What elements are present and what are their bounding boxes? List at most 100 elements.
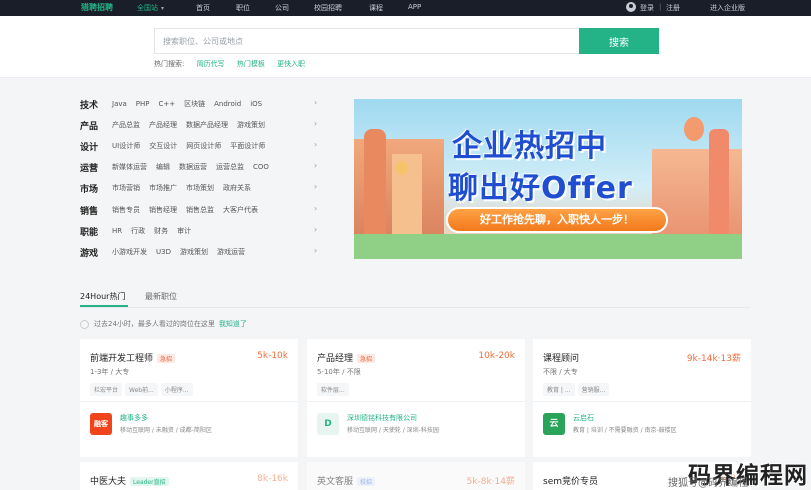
company-name[interactable]: 云启石 [573, 413, 594, 423]
category-title: 游戏 [80, 249, 99, 259]
category-link[interactable]: 小游戏开发 [112, 248, 147, 256]
category-link[interactable]: 产品总监 [112, 121, 140, 129]
category-link[interactable]: 市场推广 [149, 184, 177, 192]
hot-search-link[interactable]: 热门模板 [237, 60, 265, 68]
banner-headline: 企业热招中 [452, 129, 607, 164]
hot-search: 热门搜索: 简历代写 热门模板 更快入职 [154, 59, 305, 69]
category-link[interactable]: COO [253, 163, 269, 171]
category-link[interactable]: 游戏策划 [180, 248, 208, 256]
category-link[interactable]: 编辑 [156, 163, 170, 171]
job-card[interactable]: 英文客服 校招 5k-8k·14薪 [307, 462, 525, 490]
chevron-right-icon[interactable]: › [314, 161, 317, 170]
nav-item-app[interactable]: APP [408, 3, 421, 11]
tab-24hour-hot[interactable]: 24Hour热门 [80, 291, 125, 302]
category-link[interactable]: 销售专员 [112, 206, 140, 214]
category-link[interactable]: 行政 [131, 227, 145, 235]
city-selector[interactable]: 全国站 ▾ [137, 3, 164, 13]
category-link[interactable]: 销售总监 [186, 206, 214, 214]
nav-item-campus[interactable]: 校园招聘 [314, 3, 342, 13]
category-link[interactable]: 区块链 [184, 100, 205, 108]
category-link[interactable]: 政府关系 [223, 184, 251, 192]
category-link[interactable]: 市场策划 [186, 184, 214, 192]
nav-item-companies[interactable]: 公司 [275, 3, 289, 13]
category-link[interactable]: 数据产品经理 [186, 121, 228, 129]
job-card[interactable]: 前端开发工程师 急招 5k-10k 1-3年 / 大专 栏宏平台 Web前... 小程… [80, 339, 298, 457]
category-link[interactable]: 大客户代表 [223, 206, 258, 214]
chevron-right-icon[interactable]: › [314, 204, 317, 213]
user-icon[interactable] [626, 2, 636, 12]
category-row-product[interactable]: 产品 产品总监 产品经理 数据产品经理 游戏策划 › [80, 119, 325, 133]
hot-search-link[interactable]: 简历代写 [197, 60, 225, 68]
category-link[interactable]: 运营总监 [216, 163, 244, 171]
category-link[interactable]: 游戏运营 [217, 248, 245, 256]
category-title: 市场 [80, 185, 99, 195]
category-link[interactable]: 新媒体运营 [112, 163, 147, 171]
urgent-badge: 急招 [157, 354, 176, 363]
category-row-operations[interactable]: 运营 新媒体运营 编辑 数据运营 运营总监 COO › [80, 161, 325, 175]
category-link[interactable]: Java [112, 100, 127, 108]
category-row-marketing[interactable]: 市场 市场营销 市场推广 市场策划 政府关系 › [80, 182, 325, 196]
job-card[interactable]: 课程顾问 9k-14k·13薪 不限 / 大专 教育 | ... 营销服... 云… [533, 339, 751, 457]
promo-banner[interactable]: 企业热招中 聊出好Offer 好工作抢先聊，入职快人一步！ [354, 99, 742, 259]
company-name[interactable]: 深圳德铭科技有限公司 [347, 413, 417, 423]
job-tag: 教育 | ... [543, 383, 575, 396]
register-link[interactable]: 注册 [666, 3, 680, 13]
chevron-right-icon[interactable]: › [314, 225, 317, 234]
job-title-line: 产品经理 急招 [317, 351, 376, 364]
tab-latest-jobs[interactable]: 最新职位 [145, 291, 177, 302]
job-card[interactable]: 产品经理 急招 10k-20k 5-10年 / 不限 软件层... D 深圳德铭科… [307, 339, 525, 457]
category-link[interactable]: 交互设计 [149, 142, 177, 150]
category-link[interactable]: 游戏策划 [237, 121, 265, 129]
nav-item-jobs[interactable]: 职位 [236, 3, 250, 13]
chevron-right-icon[interactable]: › [314, 98, 317, 107]
notice-text: 过去24小时，最多人看过的岗位在这里 [94, 320, 215, 328]
category-link[interactable]: HR [112, 227, 122, 235]
enterprise-link[interactable]: 进入企业版 [710, 3, 745, 13]
category-link[interactable]: U3D [156, 248, 171, 256]
category-row-tech[interactable]: 技术 Java PHP C++ 区块链 Android iOS › [80, 98, 325, 112]
banner-cta[interactable]: 好工作抢先聊，入职快人一步！ [446, 207, 668, 233]
job-title: 英文客服 [317, 477, 354, 487]
category-link[interactable]: 财务 [154, 227, 168, 235]
nav-item-courses[interactable]: 课程 [369, 3, 383, 13]
nav-item-home[interactable]: 首页 [196, 3, 210, 13]
category-link[interactable]: Android [214, 100, 241, 108]
company-name[interactable]: 趣事多多 [120, 413, 148, 423]
company-logo[interactable]: 云 [543, 413, 565, 435]
category-link[interactable]: PHP [136, 100, 150, 108]
search-button[interactable]: 搜索 [579, 28, 659, 54]
card-divider [307, 401, 525, 402]
category-link[interactable]: 平面设计师 [230, 142, 265, 150]
category-row-design[interactable]: 设计 UI设计师 交互设计 网页设计师 平面设计师 › [80, 140, 325, 154]
dismiss-notice-link[interactable]: 我知道了 [219, 320, 247, 328]
job-tag: Web前... [125, 383, 158, 396]
category-link[interactable]: 市场营销 [112, 184, 140, 192]
login-separator: | [659, 3, 662, 11]
chevron-right-icon[interactable]: › [314, 182, 317, 191]
chevron-right-icon[interactable]: › [314, 246, 317, 255]
category-row-games[interactable]: 游戏 小游戏开发 U3D 游戏策划 游戏运营 › [80, 246, 325, 260]
category-link[interactable]: 数据运营 [179, 163, 207, 171]
category-link[interactable]: C++ [159, 100, 176, 108]
category-link[interactable]: iOS [250, 100, 262, 108]
category-link[interactable]: 销售经理 [149, 206, 177, 214]
category-link[interactable]: UI设计师 [112, 142, 140, 150]
chevron-right-icon[interactable]: › [314, 119, 317, 128]
hot-search-link[interactable]: 更快入职 [277, 60, 305, 68]
watermark-caption: 搜狐号@码界编程 [668, 478, 748, 489]
category-row-sales[interactable]: 销售 销售专员 销售经理 销售总监 大客户代表 › [80, 204, 325, 218]
leader-badge: Leader直招 [130, 477, 169, 486]
category-link[interactable]: 产品经理 [149, 121, 177, 129]
site-logo[interactable]: 猎聘招聘 [81, 2, 113, 13]
category-link[interactable]: 审计 [177, 227, 191, 235]
login-link[interactable]: 登录 [640, 3, 654, 13]
category-row-functions[interactable]: 职能 HR 行政 财务 审计 › [80, 225, 325, 239]
job-card[interactable]: 中医大夫 Leader直招 8k-16k [80, 462, 298, 490]
company-logo[interactable]: D [317, 413, 339, 435]
hot-search-label: 热门搜索: [154, 60, 185, 68]
search-input[interactable] [155, 29, 579, 53]
job-salary: 5k-10k [257, 351, 288, 361]
category-link[interactable]: 网页设计师 [186, 142, 221, 150]
company-logo[interactable]: 融客 [90, 413, 112, 435]
chevron-right-icon[interactable]: › [314, 140, 317, 149]
